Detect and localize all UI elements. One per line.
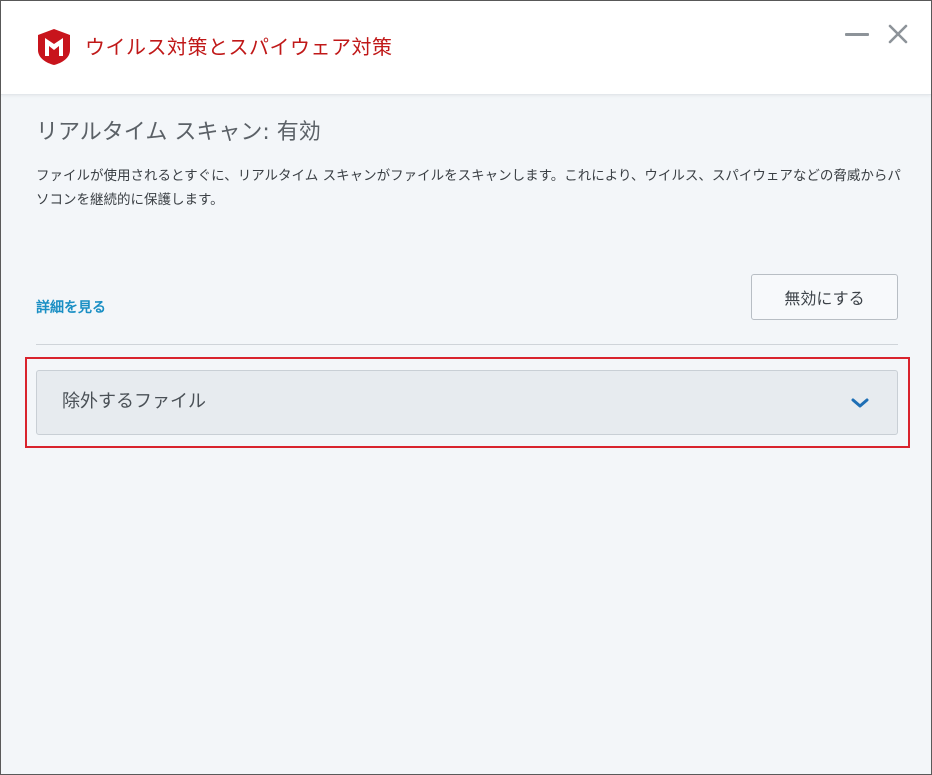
- description-text: ファイルが使用されるとすぐに、リアルタイム スキャンがファイルをスキャンします。…: [36, 168, 901, 208]
- close-button[interactable]: [885, 21, 911, 47]
- mcafee-shield-icon: [38, 29, 70, 65]
- minimize-button[interactable]: [843, 23, 873, 47]
- main-content: リアルタイム スキャン: 有効 ファイルが使用されるとすぐに、リアルタイム スキ…: [1, 95, 931, 774]
- app-window: ウイルス対策とスパイウェア対策 リアルタイム スキャン: 有効 ファイルが使用さ…: [0, 0, 932, 775]
- disable-button[interactable]: 無効にする: [751, 274, 898, 320]
- minimize-icon: [845, 33, 869, 36]
- divider: [36, 344, 898, 345]
- chevron-down-icon: [851, 398, 869, 408]
- section-title: リアルタイム スキャン: 有効: [36, 120, 321, 145]
- title-bar: ウイルス対策とスパイウェア対策: [1, 1, 931, 95]
- excluded-files-label: 除外するファイル: [62, 391, 206, 412]
- close-icon: [888, 24, 908, 44]
- app-title: ウイルス対策とスパイウェア対策: [85, 35, 393, 59]
- details-link[interactable]: 詳細を見る: [36, 297, 106, 317]
- excluded-files-expander[interactable]: 除外するファイル: [36, 370, 898, 435]
